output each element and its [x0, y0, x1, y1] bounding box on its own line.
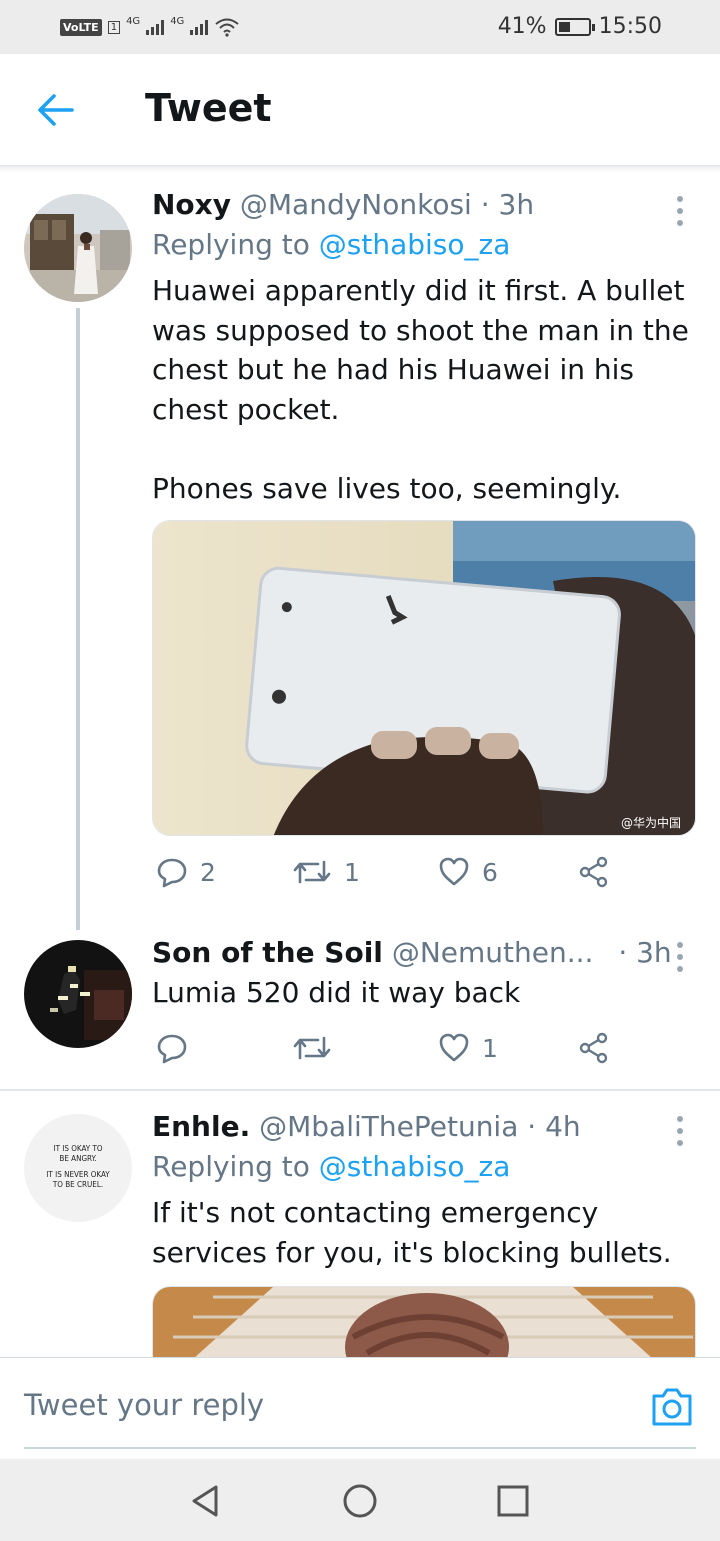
- volte-indicator: VoLTE: [60, 18, 102, 36]
- tweet-image[interactable]: @华为中国: [152, 520, 696, 836]
- image-watermark: @华为中国: [621, 815, 681, 830]
- tweet-time: · 3h: [618, 936, 672, 969]
- tweet-actions: 1: [152, 1032, 652, 1072]
- tweet-text: If it's not contacting emergency service…: [152, 1193, 697, 1272]
- tweet-actions: 2 1 6: [152, 856, 652, 896]
- retweet-icon: [293, 860, 331, 884]
- replying-to: Replying to @sthabiso_za: [152, 1147, 697, 1187]
- arrow-left-icon[interactable]: [32, 88, 80, 132]
- tweet-header: Enhle. @MbaliThePetunia · 4h: [152, 1107, 697, 1147]
- network-type-1: 4G: [126, 15, 141, 27]
- share-icon: [579, 1032, 608, 1064]
- tweet-text-line: chest pocket.: [152, 392, 340, 426]
- share-icon: [579, 856, 608, 888]
- tweet-text-line: [152, 429, 697, 469]
- system-nav-bar: [0, 1459, 720, 1541]
- tweet-text-line: chest but he had his Huawei in his: [152, 353, 635, 386]
- like-button[interactable]: 1: [438, 1032, 498, 1064]
- like-count: 6: [482, 857, 498, 887]
- reply-composer: Tweet your reply: [0, 1357, 720, 1459]
- reply-icon: [157, 1034, 187, 1064]
- heart-icon: [439, 1033, 469, 1062]
- sim-indicator: 1: [107, 20, 121, 34]
- clock: 15:50: [598, 14, 662, 39]
- replying-prefix: Replying to: [152, 228, 310, 261]
- tweet-time: · 4h: [527, 1110, 581, 1143]
- square-recents-icon[interactable]: [493, 1481, 533, 1521]
- tweet-text: Huawei apparently did it first. A bullet…: [152, 271, 697, 508]
- reply-button[interactable]: [156, 1032, 200, 1064]
- tweet-text-line: services for you, it's blocking bullets.: [152, 1235, 672, 1269]
- tweet-body: Son of the Soil @Nemuthen... · 3h Lumia …: [152, 933, 697, 1013]
- avatar[interactable]: IT IS OKAY TO BE ANGRY. IT IS NEVER OKAY…: [24, 1114, 132, 1222]
- like-button[interactable]: 6: [438, 856, 498, 888]
- replying-prefix: Replying to: [152, 1150, 310, 1183]
- avatar-text: BE ANGRY.: [59, 1154, 97, 1163]
- tweet-body: Noxy @MandyNonkosi · 3h Replying to @sth…: [152, 185, 697, 508]
- camera-icon[interactable]: [650, 1386, 694, 1428]
- network-type-2: 4G: [170, 15, 185, 27]
- app-header: Tweet: [0, 54, 720, 166]
- author-name[interactable]: Noxy: [152, 188, 231, 221]
- retweet-count: 1: [344, 857, 360, 887]
- triangle-back-icon[interactable]: [186, 1481, 226, 1521]
- avatar[interactable]: [24, 194, 132, 302]
- battery-icon: [554, 17, 595, 36]
- replying-to: Replying to @sthabiso_za: [152, 225, 697, 265]
- share-button[interactable]: [578, 1032, 610, 1064]
- tweet-time: · 3h: [480, 188, 535, 221]
- battery-percent: 41%: [497, 14, 547, 39]
- signal-icon: [146, 19, 165, 35]
- tweet-header: Son of the Soil @Nemuthen... · 3h: [152, 933, 697, 973]
- status-right: 41% 15:50: [498, 14, 662, 39]
- status-bar: VoLTE 1 4G 4G 41% 15:50: [0, 0, 720, 54]
- reply-button[interactable]: 2: [156, 856, 216, 888]
- retweet-button[interactable]: [292, 1032, 344, 1064]
- author-handle[interactable]: @MbaliThePetunia: [259, 1110, 518, 1143]
- reply-count: 2: [200, 857, 216, 887]
- reply-icon: [157, 858, 187, 888]
- page-title: Tweet: [145, 86, 272, 130]
- replying-to-link[interactable]: @sthabiso_za: [319, 1150, 511, 1183]
- author-name[interactable]: Son of the Soil: [152, 936, 383, 969]
- retweet-button[interactable]: 1: [292, 856, 360, 888]
- replying-to-link[interactable]: @sthabiso_za: [319, 228, 511, 261]
- status-left: VoLTE 1 4G 4G: [60, 14, 240, 40]
- composer-underline: [24, 1447, 696, 1449]
- like-count: 1: [482, 1033, 498, 1063]
- tweet-text-line: Huawei apparently did it first. A bullet: [152, 274, 685, 307]
- avatar-text: IT IS OKAY TO: [53, 1144, 103, 1153]
- heart-icon: [439, 857, 469, 886]
- header-divider: [0, 166, 720, 172]
- avatar[interactable]: [24, 940, 132, 1048]
- tweet-divider: [0, 1089, 720, 1091]
- author-handle[interactable]: @MandyNonkosi: [240, 188, 472, 221]
- wifi-icon: [215, 18, 239, 37]
- author-name[interactable]: Enhle.: [152, 1110, 250, 1143]
- share-button[interactable]: [578, 856, 610, 888]
- author-handle[interactable]: @Nemuthen...: [392, 936, 594, 969]
- tweet-text-line: Phones save lives too, seemingly.: [152, 471, 622, 505]
- avatar-text: TO BE CRUEL.: [52, 1180, 104, 1189]
- tweet-text-line: If it's not contacting emergency: [152, 1196, 599, 1229]
- retweet-icon: [293, 1036, 331, 1060]
- avatar-text: IT IS NEVER OKAY: [46, 1170, 110, 1179]
- circle-home-icon[interactable]: [340, 1481, 380, 1521]
- tweet-image[interactable]: [152, 1286, 696, 1358]
- reply-input[interactable]: Tweet your reply: [24, 1388, 264, 1422]
- tweet-header: Noxy @MandyNonkosi · 3h: [152, 185, 697, 225]
- tweet-text: Lumia 520 did it way back: [152, 976, 521, 1009]
- signal-icon-2: [190, 19, 209, 35]
- tweet-text-line: was supposed to shoot the man in the: [152, 313, 689, 347]
- thread-line: [76, 308, 80, 930]
- tweet-body: Enhle. @MbaliThePetunia · 4h Replying to…: [152, 1107, 697, 1272]
